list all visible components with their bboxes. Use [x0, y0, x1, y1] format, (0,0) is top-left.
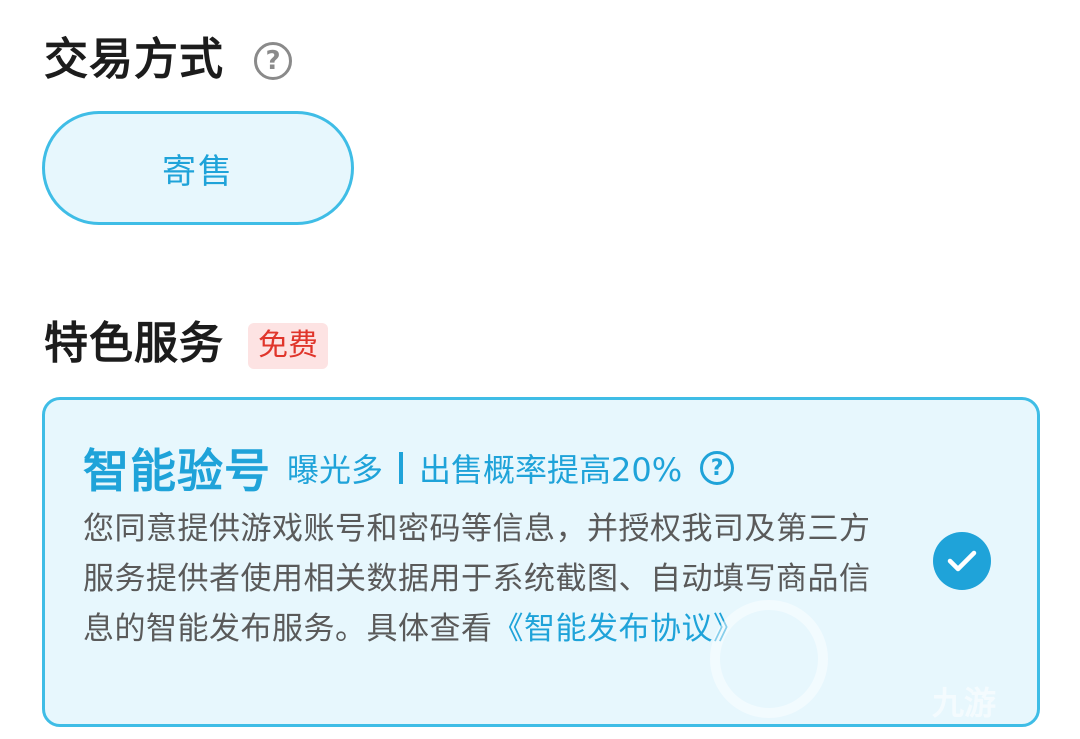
trade-method-title: 交易方式 — [44, 34, 224, 85]
special-service-title: 特色服务 — [44, 318, 224, 369]
card-subtitle-exposure: 曝光多 — [287, 451, 384, 489]
card-title: 智能验号 — [83, 444, 271, 498]
smart-publish-agreement-link[interactable]: 《智能发布协议》 — [493, 611, 745, 647]
free-badge: 免费 — [248, 323, 328, 369]
card-description-text: 您同意提供游戏账号和密码等信息，并授权我司及第三方服务提供者使用相关数据用于系统… — [83, 511, 871, 647]
special-service-header: 特色服务 免费 — [44, 312, 328, 376]
card-divider — [399, 452, 404, 484]
smart-verify-card[interactable]: 智能验号 曝光多 出售概率提高20% ? 您同意提供游戏账号和密码等信息，并授权… — [42, 397, 1040, 727]
card-subtitle-rate: 出售概率提高20% — [419, 451, 683, 489]
checkmark-icon — [947, 550, 977, 572]
card-header: 智能验号 曝光多 出售概率提高20% ? — [83, 436, 735, 500]
trade-method-header: 交易方式 ? — [44, 28, 292, 92]
consign-option-button[interactable]: 寄售 — [42, 111, 354, 225]
card-description: 您同意提供游戏账号和密码等信息，并授权我司及第三方服务提供者使用相关数据用于系统… — [83, 504, 883, 654]
help-icon[interactable]: ? — [254, 42, 292, 80]
check-icon[interactable] — [933, 532, 991, 590]
card-help-icon[interactable]: ? — [700, 451, 735, 485]
